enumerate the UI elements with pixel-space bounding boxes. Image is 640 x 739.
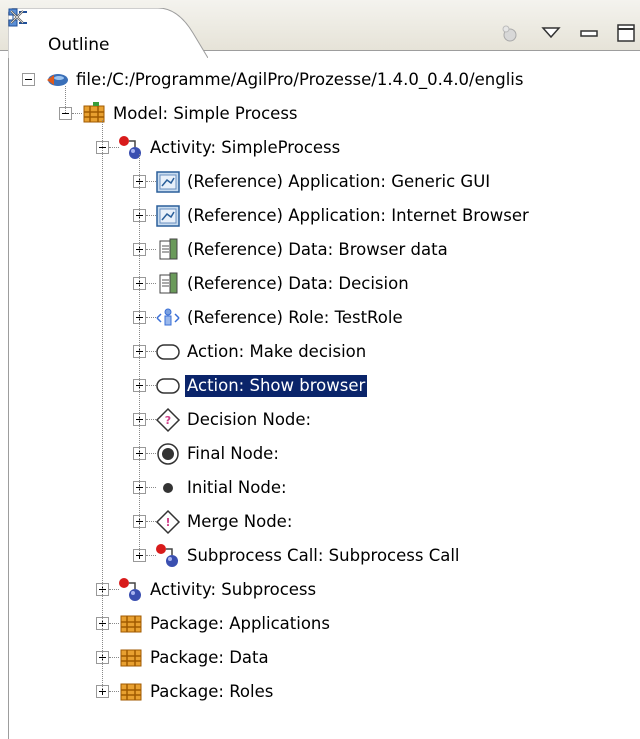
outline-view: Outline file:/C:/Programme/AgilPro/Proze…	[0, 0, 640, 739]
tree-item[interactable]: (Reference) Data: Browser data	[9, 234, 640, 268]
tree-item-label: (Reference) Application: Internet Browse…	[187, 206, 529, 225]
tree-item[interactable]: Package: Roles	[9, 676, 640, 710]
data-icon	[155, 237, 181, 263]
tree-item[interactable]: Activity: Subprocess	[9, 574, 640, 608]
tree-item-label: file:/C:/Programme/AgilPro/Prozesse/1.4.…	[76, 70, 524, 89]
tree-guide-line	[102, 120, 103, 691]
package-icon	[118, 679, 144, 705]
tree-item[interactable]: Action: Show browser	[9, 370, 640, 404]
collapse-toggle[interactable]	[22, 73, 35, 86]
tree-item[interactable]: ! Merge Node:	[9, 506, 640, 540]
tree-item-label: Subprocess Call: Subprocess Call	[187, 546, 460, 565]
tree-item[interactable]: (Reference) Data: Decision	[9, 268, 640, 302]
tree-item[interactable]: Subprocess Call: Subprocess Call	[9, 540, 640, 574]
tree-item-label: Package: Data	[150, 648, 269, 667]
action-icon	[155, 339, 181, 365]
tree-item-label: Initial Node:	[187, 478, 287, 497]
tree-item-label: Decision Node:	[187, 410, 312, 429]
outline-tree[interactable]: file:/C:/Programme/AgilPro/Prozesse/1.4.…	[8, 58, 640, 739]
decision-node-icon: ?	[155, 407, 181, 433]
action-icon	[155, 373, 181, 399]
tree-item[interactable]: ? Decision Node:	[9, 404, 640, 438]
tree-item[interactable]: Package: Data	[9, 642, 640, 676]
tree-item[interactable]: file:/C:/Programme/AgilPro/Prozesse/1.4.…	[9, 64, 640, 98]
tree-item[interactable]: Final Node:	[9, 438, 640, 472]
tree-item[interactable]: Initial Node:	[9, 472, 640, 506]
tree-item-label: Merge Node:	[187, 512, 293, 531]
tree-item[interactable]: (Reference) Application: Generic GUI	[9, 166, 640, 200]
tree-item-label: Package: Roles	[150, 682, 274, 701]
activity-icon	[155, 543, 181, 569]
tree-item[interactable]: Model: Simple Process	[9, 98, 640, 132]
package-icon	[118, 645, 144, 671]
activity-icon	[118, 135, 144, 161]
svg-text:?: ?	[165, 414, 171, 427]
tree-item-label: Activity: Subprocess	[150, 580, 317, 599]
merge-node-icon: !	[155, 509, 181, 535]
data-icon	[155, 271, 181, 297]
tree-item-label: (Reference) Data: Browser data	[187, 240, 448, 259]
tree-item[interactable]: (Reference) Role: TestRole	[9, 302, 640, 336]
svg-text:!: !	[165, 516, 170, 529]
package-icon	[118, 611, 144, 637]
tree-item[interactable]: Activity: SimpleProcess	[9, 132, 640, 166]
close-icon[interactable]	[8, 8, 26, 26]
role-icon	[155, 305, 181, 331]
activity-icon	[118, 577, 144, 603]
tree-item-label: Action: Show browser	[183, 374, 369, 398]
tree-item-label: Final Node:	[187, 444, 279, 463]
tree-item-label: Activity: SimpleProcess	[150, 138, 341, 157]
tree-item-label: (Reference) Role: TestRole	[187, 308, 403, 327]
maximize-icon[interactable]	[615, 22, 637, 44]
model-icon	[81, 101, 107, 127]
tree-item-label: Package: Applications	[150, 614, 330, 633]
application-icon	[155, 169, 181, 195]
tree-item-label: (Reference) Application: Generic GUI	[187, 172, 491, 191]
tree-guide-line	[65, 86, 66, 113]
application-icon	[155, 203, 181, 229]
initial-node-icon	[155, 475, 181, 501]
tree-guide-line	[139, 154, 140, 555]
tree-item[interactable]: Package: Applications	[9, 608, 640, 642]
tree-item[interactable]: Action: Make decision	[9, 336, 640, 370]
tree-item-label: (Reference) Data: Decision	[187, 274, 409, 293]
sync-icon[interactable]	[498, 22, 520, 44]
tree-item[interactable]: (Reference) Application: Internet Browse…	[9, 200, 640, 234]
view-menu-icon[interactable]	[540, 22, 562, 44]
tab-title: Outline	[48, 35, 110, 55]
minimize-icon[interactable]	[578, 22, 600, 44]
file-resource-icon	[44, 67, 70, 93]
outline-tab[interactable]: Outline	[8, 8, 208, 58]
final-node-icon	[155, 441, 181, 467]
tree-item-label: Model: Simple Process	[113, 104, 298, 123]
tree-item-label: Action: Make decision	[187, 342, 367, 361]
view-tab-bar: Outline	[0, 0, 640, 58]
